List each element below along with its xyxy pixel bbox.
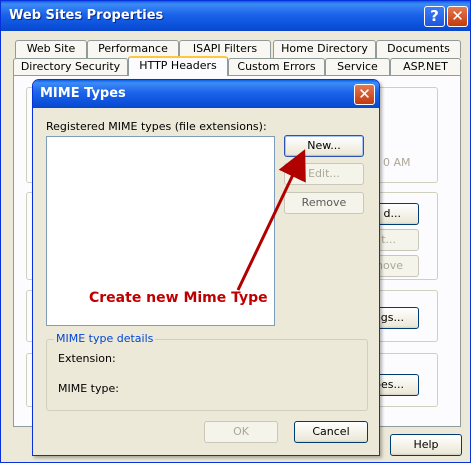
edit-header-label: t... — [381, 233, 396, 246]
mime-dialog-title: MIME Types — [40, 86, 126, 101]
mime-titlebar[interactable]: MIME Types ✕ — [33, 80, 379, 108]
close-icon[interactable]: ✕ — [354, 84, 375, 105]
cancel-button[interactable]: Cancel — [294, 421, 368, 443]
mime-types-dialog: MIME Types ✕ Registered MIME types (file… — [32, 79, 380, 456]
close-icon[interactable]: ✕ — [447, 6, 468, 27]
add-header-label: d... — [383, 207, 401, 220]
ok-button[interactable]: OK — [204, 421, 278, 443]
outer-titlebar[interactable]: Web Sites Properties ? ✕ — [1, 1, 470, 31]
extension-label: Extension: — [58, 352, 116, 365]
tab-directory-security[interactable]: Directory Security — [13, 58, 128, 76]
expire-time-field[interactable]: 0 AM — [383, 156, 411, 169]
tab-custom-errors[interactable]: Custom Errors — [228, 58, 325, 76]
mime-list-label: Registered MIME types (file extensions): — [46, 120, 267, 133]
create-mime-callout: Create new Mime Type — [89, 290, 268, 306]
edit-mime-button[interactable]: Edit... — [284, 163, 364, 185]
tab-service[interactable]: Service — [325, 58, 390, 76]
tab-http-headers[interactable]: HTTP Headers — [128, 56, 228, 76]
remove-header-label: nove — [376, 259, 403, 272]
remove-mime-button[interactable]: Remove — [284, 192, 364, 214]
mime-details-legend: MIME type details — [54, 332, 156, 345]
tab-documents[interactable]: Documents — [376, 40, 461, 58]
tab-web-site[interactable]: Web Site — [15, 40, 87, 58]
mime-type-label: MIME type: — [58, 382, 119, 395]
new-mime-button[interactable]: New... — [284, 135, 364, 157]
help-button[interactable]: Help — [390, 434, 462, 456]
tab-asp-net[interactable]: ASP.NET — [390, 58, 461, 76]
window-title: Web Sites Properties — [9, 8, 164, 23]
help-icon[interactable]: ? — [424, 6, 445, 27]
tab-home-directory[interactable]: Home Directory — [273, 40, 376, 58]
mime-type-details-group: MIME type details Extension: MIME type: — [46, 332, 368, 411]
